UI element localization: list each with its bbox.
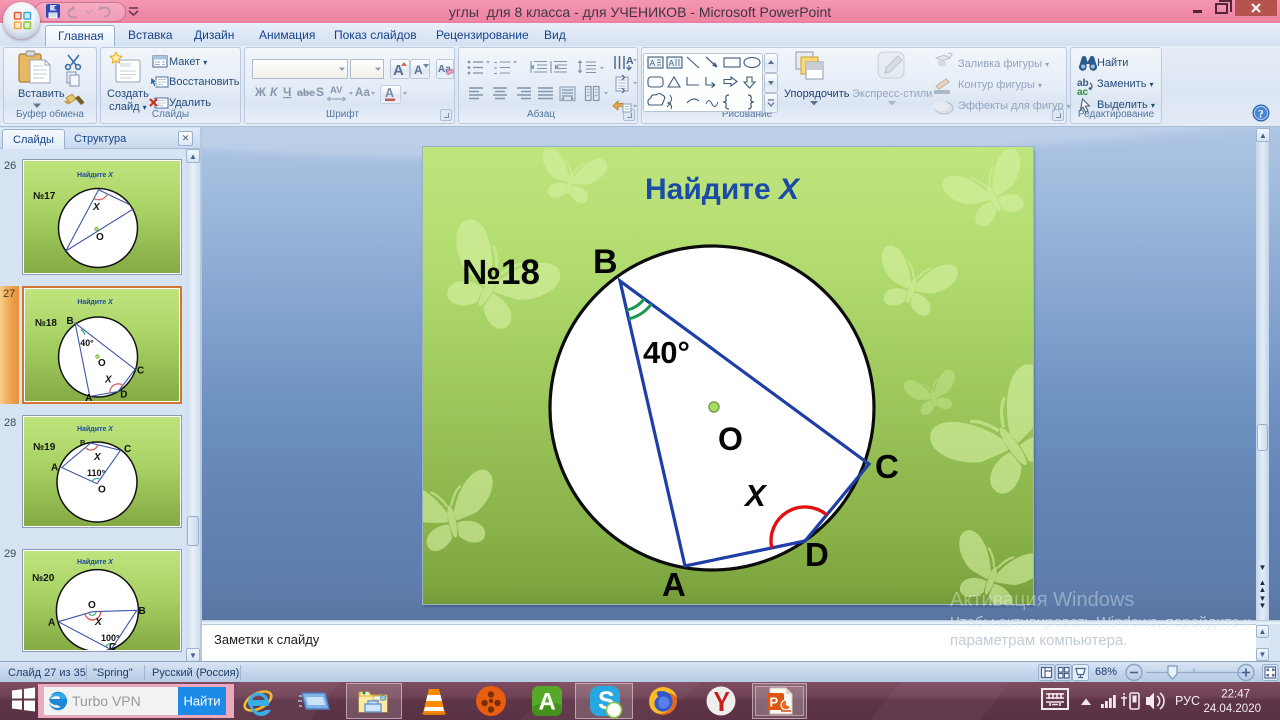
svg-text:A: A: [539, 689, 556, 716]
svg-text:40°: 40°: [80, 338, 94, 348]
svg-text:Найти: Найти: [183, 694, 220, 709]
svg-text:D: D: [805, 536, 829, 573]
svg-text:B: B: [66, 316, 73, 327]
svg-text:№19: №19: [33, 442, 56, 453]
svg-text:B: B: [593, 243, 618, 281]
svg-text:C: C: [124, 444, 131, 455]
svg-text:O: O: [96, 232, 104, 243]
svg-text:O: O: [98, 485, 106, 496]
svg-text:A: A: [662, 566, 686, 603]
svg-text:A: A: [669, 58, 675, 68]
svg-text:X: X: [94, 617, 103, 628]
svg-text:А: А: [385, 86, 394, 100]
svg-text:B: B: [80, 438, 86, 447]
svg-text:D: D: [120, 389, 127, 400]
svg-text:№17: №17: [33, 191, 56, 202]
svg-text:110°: 110°: [87, 468, 106, 478]
svg-text:22:47: 22:47: [1221, 689, 1250, 701]
svg-text:Найдите X: Найдите X: [77, 298, 113, 306]
svg-text:Ж: Ж: [254, 85, 266, 99]
svg-text:C: C: [137, 365, 144, 376]
svg-text:Найдите X: Найдите X: [77, 171, 114, 179]
svg-text:X: X: [92, 202, 101, 213]
svg-text:P: P: [770, 695, 779, 710]
svg-text:A: A: [51, 463, 58, 474]
svg-text:B: B: [139, 606, 146, 617]
svg-text:Найдите X: Найдите X: [77, 425, 114, 433]
svg-text:К: К: [270, 85, 279, 99]
svg-text:Аа: Аа: [355, 87, 370, 99]
svg-text:A: A: [85, 393, 92, 401]
svg-text:Ч: Ч: [283, 85, 291, 99]
svg-text:A: A: [650, 58, 656, 68]
svg-text:?: ?: [1258, 109, 1264, 121]
svg-text:№18: №18: [462, 253, 540, 292]
svg-text:O: O: [98, 358, 106, 369]
svg-text:РУС: РУС: [1175, 694, 1200, 708]
svg-text:40°: 40°: [643, 335, 690, 370]
svg-text:C: C: [875, 448, 899, 485]
svg-text:А: А: [626, 55, 634, 67]
svg-text:А: А: [414, 63, 423, 77]
svg-text:№18: №18: [35, 318, 57, 329]
svg-text:O: O: [718, 421, 743, 457]
svg-text:24.04.2020: 24.04.2020: [1203, 703, 1261, 715]
svg-text:Найдите X: Найдите X: [77, 558, 114, 566]
svg-text:X: X: [743, 478, 768, 513]
svg-text:O: O: [88, 600, 96, 611]
svg-text:A: A: [48, 618, 55, 629]
svg-text:Turbo VPN: Turbo VPN: [72, 693, 141, 709]
svg-text:X: X: [93, 452, 102, 463]
svg-text:abe: abe: [297, 87, 315, 99]
svg-text:C: C: [109, 642, 116, 650]
svg-text:S: S: [316, 85, 324, 99]
svg-text:Найдите X: Найдите X: [645, 173, 801, 206]
svg-text:№20: №20: [32, 573, 55, 584]
svg-text:ac: ac: [1077, 87, 1089, 98]
svg-text:AV: AV: [330, 85, 343, 96]
